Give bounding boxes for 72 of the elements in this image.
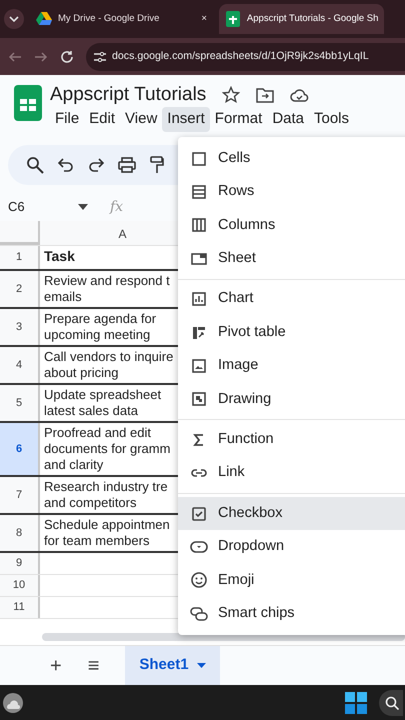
row-header[interactable]: 8 (0, 515, 40, 551)
print-icon[interactable] (118, 157, 136, 173)
cell-text: Schedule appointmen for team members (44, 517, 170, 548)
browser-tab[interactable]: Appscript Tutorials - Google Sh (218, 4, 384, 34)
row-header[interactable]: 10 (0, 575, 40, 596)
star-icon[interactable] (222, 86, 240, 104)
row-header[interactable]: 9 (0, 553, 40, 574)
tab-title: Appscript Tutorials - Google Sh (246, 12, 378, 26)
row-header[interactable]: 7 (0, 477, 40, 513)
menu-item[interactable]: Insert (162, 107, 210, 132)
site-info-icon[interactable] (94, 52, 106, 62)
undo-icon[interactable] (58, 158, 74, 172)
cell-text: Prepare agenda for upcoming meeting (44, 311, 156, 342)
rows-icon (190, 183, 208, 202)
document-title[interactable]: Appscript Tutorials (50, 83, 206, 107)
row-header[interactable]: 3 (0, 309, 40, 345)
cell-text: Research industry tre and competitors (44, 479, 168, 510)
reload-icon[interactable] (60, 50, 74, 64)
menu-item[interactable]: Tools (309, 107, 354, 132)
tab-title: My Drive - Google Drive (58, 12, 160, 26)
menu-item[interactable]: View (120, 107, 162, 132)
menu-item[interactable]: Checkbox (178, 496, 405, 530)
sheets-icon (224, 11, 241, 27)
folder-icon[interactable] (256, 87, 274, 103)
weather-icon[interactable] (2, 692, 24, 714)
caret-icon[interactable] (78, 204, 88, 210)
all-sheets-button[interactable]: ≡ (88, 650, 100, 680)
menu-item[interactable]: File (50, 107, 84, 132)
sheets-logo (14, 83, 42, 121)
back-icon[interactable] (8, 50, 22, 62)
caret-icon (196, 663, 206, 668)
function-label: fx (110, 198, 124, 216)
name-box[interactable]: C6 (8, 197, 78, 217)
row-header[interactable]: 2 (0, 271, 40, 307)
checkbox-icon (190, 504, 208, 523)
forward-icon[interactable] (34, 50, 48, 62)
windows-logo[interactable] (345, 692, 367, 714)
columns-icon (190, 216, 208, 234)
row-header[interactable]: 11 (0, 597, 40, 618)
cell-text: Update spreadsheet latest sales data (44, 387, 162, 418)
tab-list-button[interactable] (4, 9, 24, 29)
paint-roller-icon[interactable] (150, 156, 164, 174)
chevron-down-icon (9, 16, 19, 22)
browser-tab[interactable]: My Drive - Google Drive × (30, 4, 213, 34)
cell-text: Call vendors to inquire about pricing (44, 349, 174, 380)
row-header[interactable]: 5 (0, 385, 40, 421)
cell-text: Proofread and edit documents for gramm and clarity (44, 425, 170, 472)
close-button[interactable]: × (201, 12, 207, 26)
drawing-icon (190, 390, 208, 408)
chips-icon (190, 604, 208, 623)
row-header[interactable]: 4 (0, 347, 40, 383)
url-text: docs.google.com/spreadsheets/d/1OjR9jk2s4bb1yLqIL (112, 48, 369, 64)
smiley-icon (190, 571, 208, 590)
cell-text: Task (44, 248, 75, 264)
cell-text: Review and respond t emails (44, 273, 170, 304)
bar-chart-icon (190, 290, 208, 308)
address-bar[interactable]: docs.google.com/spreadsheets/d/1OjR9jk2s4bb1yLqIL (86, 42, 405, 70)
row-header[interactable]: 1 (0, 246, 40, 269)
image-icon (190, 357, 208, 376)
sheet-tab[interactable]: Sheet1 (125, 646, 220, 686)
drive-icon (36, 11, 52, 27)
menu-item[interactable]: Edit (84, 107, 120, 132)
cell-icon (190, 150, 208, 168)
menu-item[interactable]: Data (267, 107, 309, 132)
cloud-check-icon[interactable] (290, 88, 310, 102)
add-sheet-button[interactable]: + (50, 650, 62, 680)
search-icon[interactable] (26, 156, 44, 174)
taskbar-search[interactable] (379, 690, 403, 716)
search-icon (385, 696, 399, 710)
redo-icon[interactable] (88, 158, 104, 172)
row-header[interactable]: 6 (0, 423, 40, 475)
menu-item[interactable]: Format (210, 107, 268, 132)
